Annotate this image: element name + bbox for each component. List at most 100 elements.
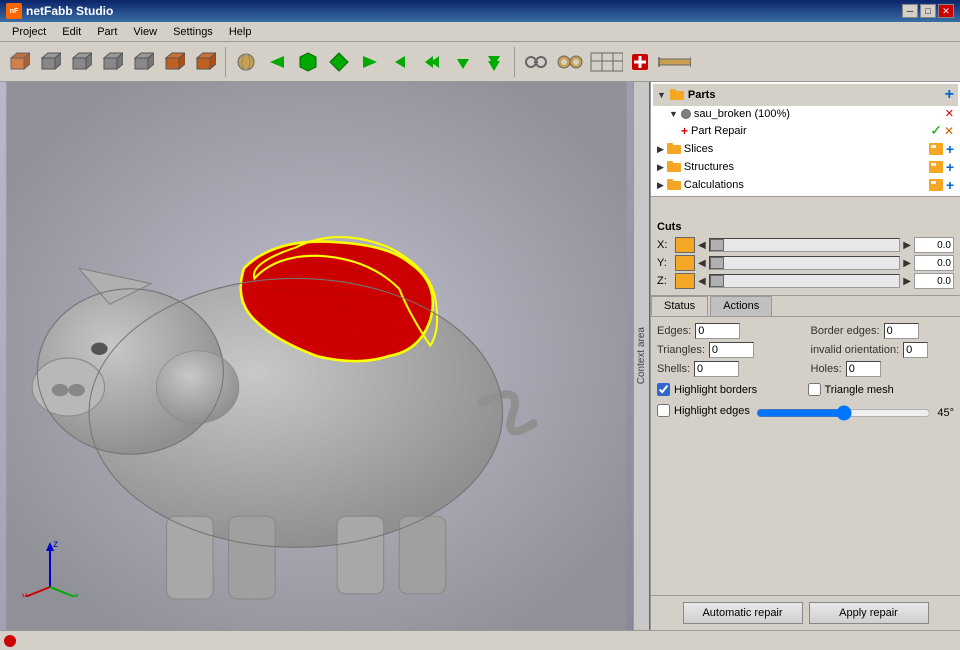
tree-item-sau-broken[interactable]: ▼ sau_broken (100%) ✕ [665, 106, 958, 121]
toolbar-arrow-left2[interactable] [386, 47, 416, 77]
triangles-value[interactable] [709, 342, 754, 358]
triangle-mesh-checkbox[interactable] [808, 383, 821, 396]
toolbar-sphere[interactable] [231, 47, 261, 77]
edges-label: Edges: [657, 325, 691, 337]
menu-part[interactable]: Part [89, 24, 125, 40]
tab-status[interactable]: Status [651, 296, 708, 316]
toolbar-chain[interactable] [520, 47, 550, 77]
axis-indicator: z y x [20, 537, 80, 600]
shells-value[interactable] [694, 361, 739, 377]
toolbar-arrow-left3[interactable] [417, 47, 447, 77]
toolbar-gear[interactable] [551, 47, 587, 77]
toolbar-measure[interactable] [656, 47, 692, 77]
app-title: netFabb Studio [26, 4, 113, 18]
action-buttons: Automatic repair Apply repair [651, 595, 960, 630]
repair-check-icon: ✓ [930, 122, 942, 139]
cut-z-value: 0.0 [914, 273, 954, 289]
highlight-edges-row: Highlight edges [657, 404, 750, 417]
toolbar-cube-4[interactable] [97, 47, 127, 77]
toolbar-arrow-down2[interactable] [479, 47, 509, 77]
edges-value[interactable] [695, 323, 740, 339]
menu-settings[interactable]: Settings [165, 24, 221, 40]
toolbar-hexagon[interactable] [293, 47, 323, 77]
cut-z-slider[interactable] [709, 274, 901, 288]
invalid-orientation-label: invalid orientation: [811, 344, 900, 356]
tree-item-structures[interactable]: ▶ Structures + [653, 158, 958, 176]
viewport[interactable]: z y x Context area [0, 82, 650, 630]
highlight-borders-checkbox[interactable] [657, 383, 670, 396]
cut-y-right-arrow[interactable]: ▶ [903, 258, 911, 269]
pig-3d-view[interactable] [0, 82, 633, 630]
cut-x-right-arrow[interactable]: ▶ [903, 240, 911, 251]
cut-z-color[interactable] [675, 273, 695, 289]
tree-item-part-repair[interactable]: + Part Repair ✓ ✕ [677, 121, 958, 140]
part-close-button[interactable]: ✕ [945, 107, 954, 120]
cut-row-z: Z: ◀ ▶ 0.0 [657, 273, 954, 289]
toolbar-grid[interactable] [588, 47, 624, 77]
toolbar-cube-7[interactable] [190, 47, 220, 77]
toolbar-cube-1[interactable] [4, 47, 34, 77]
cut-y-label: Y: [657, 257, 672, 269]
cut-z-left-arrow[interactable]: ◀ [698, 276, 706, 287]
toolbar-add[interactable] [625, 47, 655, 77]
add-calc-button[interactable]: + [946, 177, 954, 193]
minimize-button[interactable]: ─ [902, 4, 918, 18]
angle-value: 45° [937, 407, 954, 419]
cut-y-left-arrow[interactable]: ◀ [698, 258, 706, 269]
toolbar-arrow-right[interactable] [355, 47, 385, 77]
status-indicator [4, 635, 16, 647]
menu-edit[interactable]: Edit [54, 24, 89, 40]
main-area: z y x Context area ▼ Parts [0, 82, 960, 630]
toolbar-arrow-down[interactable] [448, 47, 478, 77]
calc-expand[interactable]: ▶ [657, 180, 664, 191]
calculations-label: Calculations [684, 179, 744, 191]
toolbar-sep-1 [225, 47, 226, 77]
cut-x-left-arrow[interactable]: ◀ [698, 240, 706, 251]
menu-project[interactable]: Project [4, 24, 54, 40]
cut-z-right-arrow[interactable]: ▶ [903, 276, 911, 287]
slices-expand[interactable]: ▶ [657, 144, 664, 155]
cut-x-label: X: [657, 239, 672, 251]
maximize-button[interactable]: □ [920, 4, 936, 18]
menu-view[interactable]: View [125, 24, 165, 40]
angle-slider[interactable] [756, 406, 932, 420]
highlight-edges-checkbox[interactable] [657, 404, 670, 417]
shells-row: Shells: [657, 361, 801, 377]
toolbar-diamond[interactable] [324, 47, 354, 77]
menu-help[interactable]: Help [221, 24, 260, 40]
invalid-orientation-value[interactable] [903, 342, 928, 358]
part-expand[interactable]: ▼ [669, 109, 678, 119]
right-panel: ▼ Parts + ▼ sau_broken (100%) ✕ [650, 82, 960, 630]
calc-folder-icon [667, 178, 681, 193]
shells-label: Shells: [657, 363, 690, 375]
toolbar-cube-3[interactable] [66, 47, 96, 77]
cut-x-color[interactable] [675, 237, 695, 253]
cut-y-slider[interactable] [709, 256, 901, 270]
automatic-repair-button[interactable]: Automatic repair [683, 602, 803, 624]
repair-x-icon[interactable]: ✕ [944, 124, 954, 138]
tree-expand[interactable]: ▼ [657, 90, 666, 100]
cut-row-y: Y: ◀ ▶ 0.0 [657, 255, 954, 271]
tree-item-calculations[interactable]: ▶ Calculations + [653, 176, 958, 194]
cut-x-slider[interactable] [709, 238, 901, 252]
close-button[interactable]: ✕ [938, 4, 954, 18]
apply-repair-button[interactable]: Apply repair [809, 602, 929, 624]
tabs-container: Status Actions Edges: Border edges: [651, 296, 960, 595]
structures-label: Structures [684, 161, 734, 173]
invalid-orientation-row: invalid orientation: [811, 342, 955, 358]
add-part-button[interactable]: + [945, 86, 954, 104]
add-structure-button[interactable]: + [946, 159, 954, 175]
toolbar-cube-6[interactable] [159, 47, 189, 77]
border-edges-label: Border edges: [811, 325, 880, 337]
toolbar-cube-2[interactable] [35, 47, 65, 77]
holes-value[interactable] [846, 361, 881, 377]
structures-expand[interactable]: ▶ [657, 162, 664, 173]
border-edges-value[interactable] [884, 323, 919, 339]
tab-actions[interactable]: Actions [710, 296, 772, 316]
add-slice-button[interactable]: + [946, 141, 954, 157]
toolbar-cube-5[interactable] [128, 47, 158, 77]
toolbar-arrow-left[interactable] [262, 47, 292, 77]
cut-y-color[interactable] [675, 255, 695, 271]
repair-cross-icon: + [681, 124, 688, 138]
tree-item-slices[interactable]: ▶ Slices + [653, 140, 958, 158]
